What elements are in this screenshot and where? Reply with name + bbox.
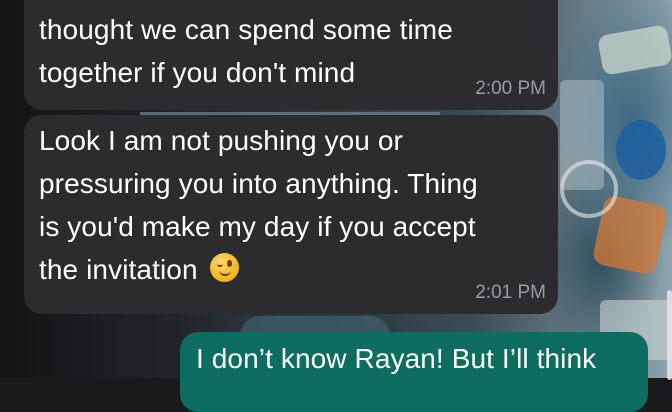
wallpaper-shape <box>597 24 672 76</box>
scrollbar[interactable] <box>667 290 672 380</box>
incoming-message-bubble[interactable]: Look I am not pushing you or pressuring … <box>24 115 558 314</box>
message-timestamp: 2:01 PM <box>475 282 546 303</box>
message-text: Look I am not pushing you or pressuring … <box>39 125 478 285</box>
incoming-message-bubble[interactable]: thought we can spend some time together … <box>24 0 558 110</box>
wallpaper-shape <box>560 160 618 218</box>
outgoing-message-bubble[interactable]: I don’t know Rayan! But I’ll think <box>180 332 648 412</box>
winking-face-emoji-icon <box>209 253 239 282</box>
message-text: thought we can spend some time together … <box>39 14 453 88</box>
message-text: I don’t know Rayan! But I’ll think <box>196 343 597 374</box>
message-timestamp: 2:00 PM <box>475 78 546 99</box>
wallpaper-shape <box>616 120 666 180</box>
